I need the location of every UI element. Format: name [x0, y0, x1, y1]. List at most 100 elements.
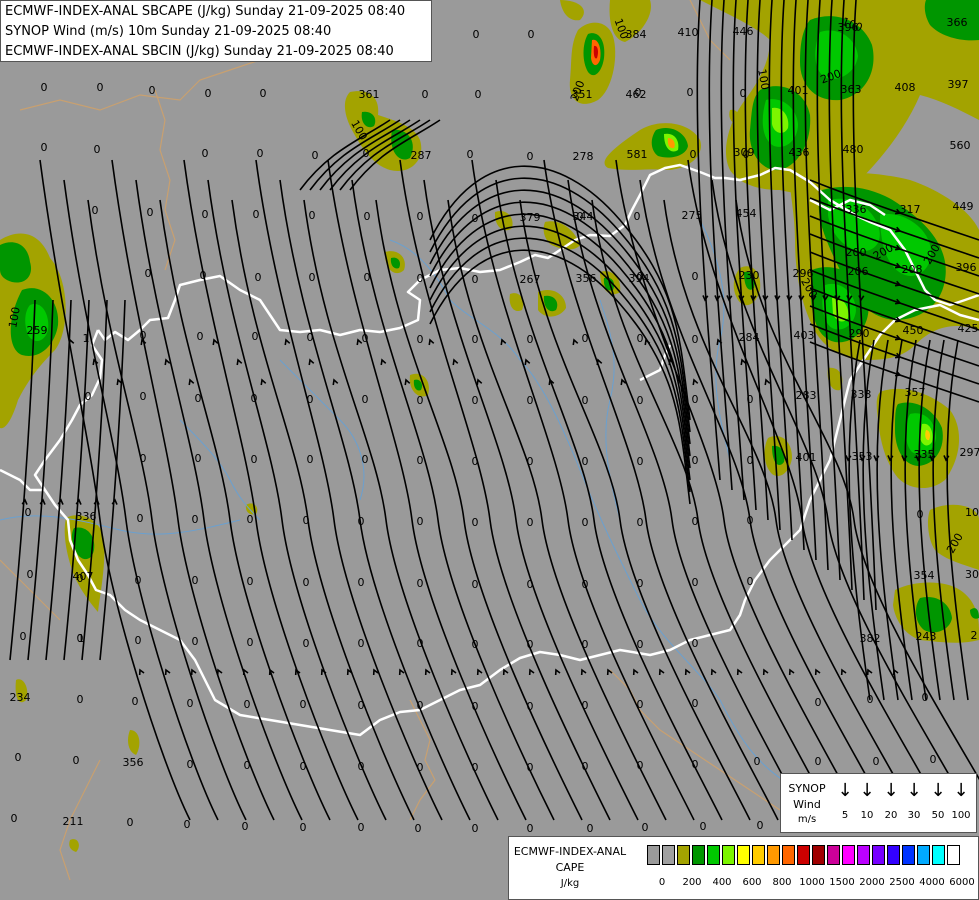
station-value: 333: [851, 388, 872, 401]
cape-legend-tick: 2500: [889, 877, 915, 888]
station-value: 0: [41, 141, 48, 154]
station-value: 0: [140, 329, 147, 342]
station-value: 0: [527, 638, 534, 651]
station-value: 0: [582, 578, 589, 591]
cape-legend-unit: J/kg: [560, 878, 580, 889]
station-value: 0: [200, 269, 207, 282]
cape-legend-tick: 6000: [949, 877, 975, 888]
cape-color-swatch: [677, 845, 690, 865]
cape-color-swatch: [662, 845, 675, 865]
station-value: 0: [582, 332, 589, 345]
cape-legend-tick: 400: [712, 877, 732, 888]
cape-color-swatch: [782, 845, 795, 865]
station-value: 0: [149, 84, 156, 97]
station-value: 0: [11, 812, 18, 825]
station-value: 296: [793, 267, 814, 280]
station-value: 0: [690, 148, 697, 161]
station-value: 0: [358, 637, 365, 650]
station-value: 0: [358, 760, 365, 773]
station-value: 0: [747, 514, 754, 527]
station-value: 0: [692, 454, 699, 467]
station-value: 0: [472, 273, 479, 286]
station-value: 230: [739, 269, 760, 282]
cape-color-swatch: [737, 845, 750, 865]
station-value: 366: [947, 16, 968, 29]
station-value: 0: [637, 455, 644, 468]
station-value: 0: [757, 819, 764, 832]
cape-legend: ECMWF-INDEX-ANAL CAPE J/kg 0 200 400 600 800…: [508, 836, 979, 900]
station-value: 0: [20, 630, 27, 643]
station-value: 397: [948, 78, 969, 91]
station-value: 336: [76, 510, 97, 523]
station-value: 462: [626, 88, 647, 101]
cape-color-swatch: [752, 845, 765, 865]
station-value: 284: [739, 331, 760, 344]
station-value: 0: [417, 210, 424, 223]
station-value: 309: [734, 146, 755, 159]
station-value: 0: [528, 28, 535, 41]
station-value: 0: [747, 454, 754, 467]
station-value: 0: [930, 753, 937, 766]
station-value: 0: [582, 516, 589, 529]
station-value: 1: [83, 332, 90, 345]
station-value: 287: [411, 149, 432, 162]
station-value: 0: [15, 751, 22, 764]
wind-legend-tick: 100: [951, 810, 971, 821]
station-value: 0: [192, 635, 199, 648]
station-value: 363: [841, 83, 862, 96]
station-value: 0: [247, 575, 254, 588]
wind-legend-tick: 5: [841, 810, 849, 821]
station-value: 0: [358, 699, 365, 712]
station-value: 0: [417, 637, 424, 650]
station-value: 0: [202, 147, 209, 160]
station-value: 0: [637, 759, 644, 772]
station-value: 0: [582, 760, 589, 773]
station-value: 0: [472, 822, 479, 835]
station-value: 0: [205, 87, 212, 100]
station-value: 384: [626, 28, 647, 41]
station-value: 0: [187, 697, 194, 710]
station-value: 0: [307, 331, 314, 344]
cape-color-swatch: [797, 845, 810, 865]
station-value: 0: [637, 698, 644, 711]
wind-legend-tick: 30: [907, 810, 921, 821]
station-value: 0: [472, 333, 479, 346]
wind-legend-arrow: ↓: [953, 780, 969, 801]
station-value: 0: [247, 636, 254, 649]
station-value: 0: [140, 452, 147, 465]
station-value: 0: [132, 695, 139, 708]
station-value: 408: [895, 81, 916, 94]
wind-legend-arrow: ↓: [906, 780, 922, 801]
station-value: 0: [692, 576, 699, 589]
cape-legend-tick: 1500: [829, 877, 855, 888]
station-value: 0: [192, 513, 199, 526]
station-value: 0: [527, 700, 534, 713]
station-value: 0: [244, 759, 251, 772]
station-value: 0: [197, 330, 204, 343]
station-value: 278: [573, 150, 594, 163]
station-value: 351: [572, 88, 593, 101]
station-value: 317: [900, 203, 921, 216]
station-value: 0: [637, 332, 644, 345]
station-value: 234: [10, 691, 31, 704]
station-value: 0: [195, 392, 202, 405]
station-value: 0: [312, 149, 319, 162]
station-value: 0: [303, 576, 310, 589]
station-value: 0: [364, 271, 371, 284]
cape-legend-tick: 2000: [859, 877, 885, 888]
station-value: 0: [637, 638, 644, 651]
cape-color-swatch: [917, 845, 930, 865]
station-value: 361: [359, 88, 380, 101]
cape-legend-tick: 0: [658, 877, 666, 888]
station-value: 0: [415, 822, 422, 835]
station-value: 0: [687, 86, 694, 99]
station-value: 0: [77, 693, 84, 706]
station-value: 0: [692, 393, 699, 406]
wind-legend-tick: 10: [860, 810, 874, 821]
station-value: 0: [472, 394, 479, 407]
station-value: 354: [914, 569, 935, 582]
cape-color-swatch: [812, 845, 825, 865]
station-value: 336: [846, 203, 867, 216]
station-value: 446: [733, 25, 754, 38]
title-sbcape: ECMWF-INDEX-ANAL SBCAPE (J/kg) Sunday 21…: [5, 4, 406, 19]
